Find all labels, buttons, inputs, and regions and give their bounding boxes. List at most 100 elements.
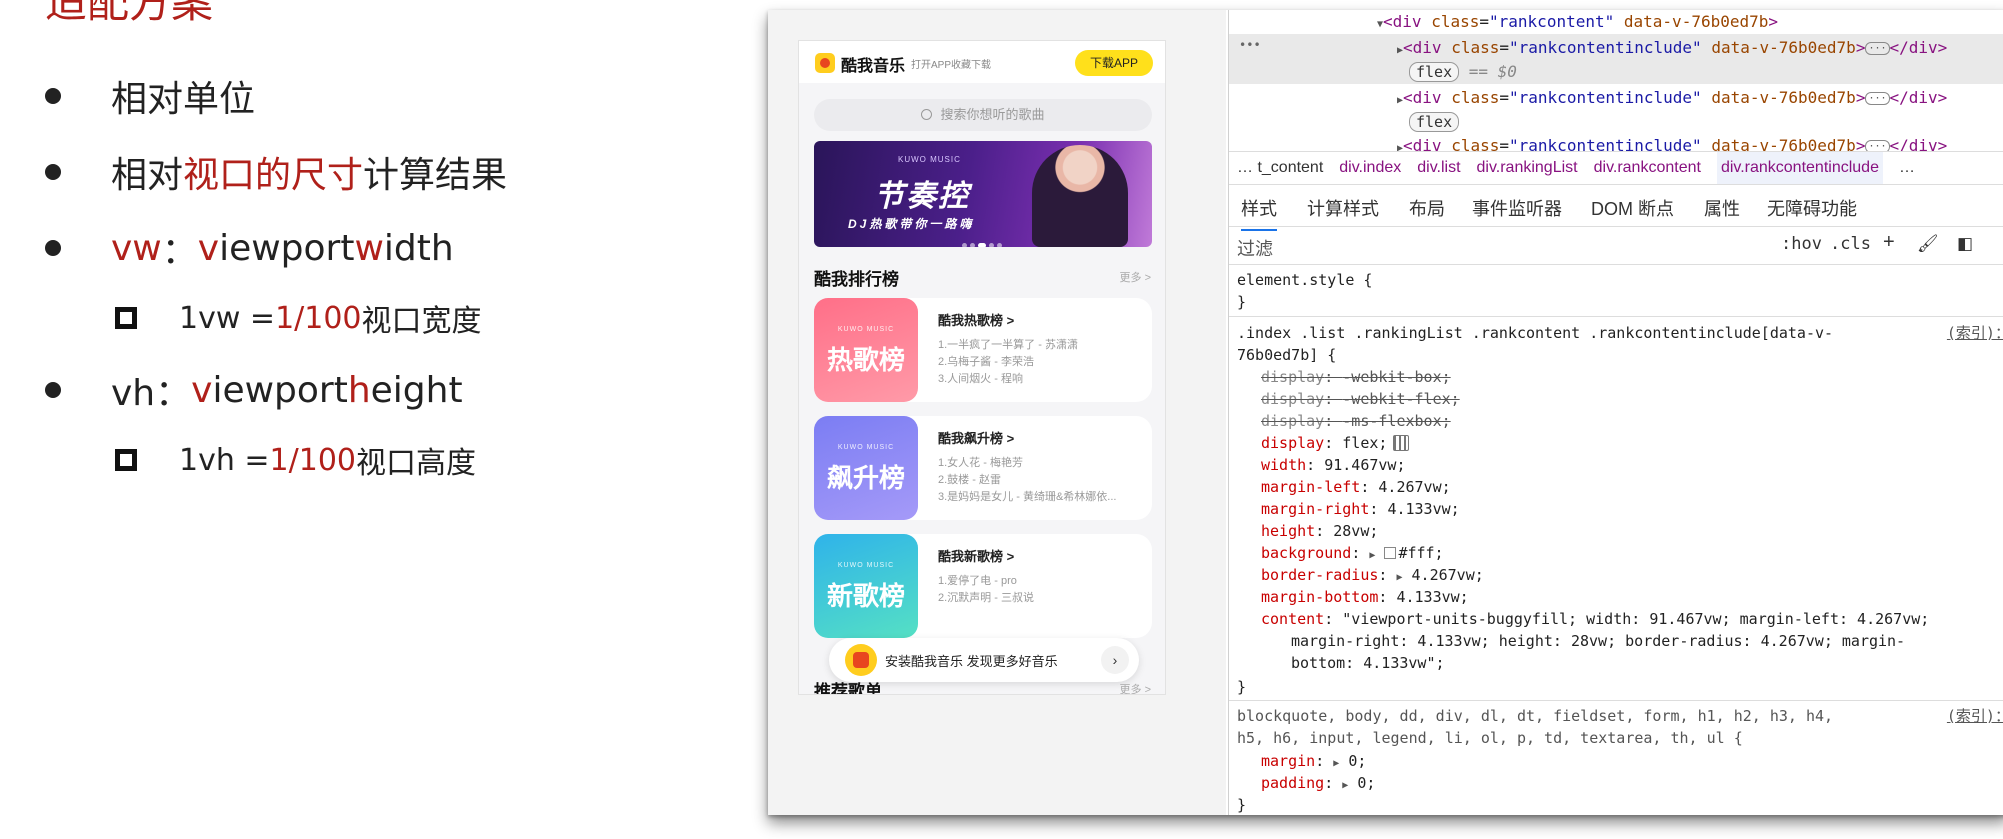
pager-dot[interactable]: [962, 243, 967, 247]
dom-attr: class: [1451, 88, 1500, 107]
rank-name[interactable]: 酷我热歌榜 >: [938, 310, 1014, 329]
css-declaration-overridden[interactable]: display: -ms-flexbox;: [1261, 411, 1451, 433]
bullet-dot-icon: [45, 240, 61, 256]
rank-name[interactable]: 酷我新歌榜 >: [938, 546, 1014, 565]
dom-node-rankcontentinclude[interactable]: ▶<div class="rankcontentinclude" data-v-…: [1397, 136, 1947, 151]
rule-selector[interactable]: blockquote, body, dd, div, dl, dt, field…: [1237, 706, 1833, 728]
download-app-button[interactable]: 下载APP: [1075, 50, 1153, 76]
bullet-text: 视口宽度: [361, 304, 482, 339]
tab-computed[interactable]: 计算样式: [1307, 195, 1379, 221]
ellipsis-icon[interactable]: ···: [1865, 92, 1890, 105]
ranking-more-link[interactable]: 更多 >: [1120, 269, 1151, 285]
rule-selector[interactable]: element.style {: [1237, 270, 1372, 292]
ellipsis-icon[interactable]: ···: [1865, 140, 1890, 151]
tab-event-listeners[interactable]: 事件监听器: [1472, 195, 1562, 221]
playlist-more-link[interactable]: 更多 >: [1120, 681, 1151, 694]
css-declaration[interactable]: width: 91.467vw;: [1261, 455, 1406, 477]
css-prop: background: [1261, 544, 1352, 562]
bullet-text: 相对: [111, 155, 184, 196]
dom-node-rankcontentinclude[interactable]: ▶<div class="rankcontentinclude" data-v-…: [1397, 88, 1947, 107]
css-declaration[interactable]: margin: ▶ 0;: [1261, 751, 1366, 775]
css-prop: padding: [1261, 774, 1325, 792]
expand-triangle-icon[interactable]: ▶: [1333, 758, 1339, 769]
css-declaration[interactable]: padding: ▶ 0;: [1261, 773, 1375, 797]
node-actions-dots[interactable]: •••: [1239, 38, 1261, 52]
square-bullet-icon: [115, 307, 137, 329]
paint-brush-icon[interactable]: 🖌: [1917, 234, 1939, 254]
flexbox-editor-icon[interactable]: [1393, 435, 1410, 451]
rule-selector[interactable]: 76b0ed7b] {: [1237, 345, 1336, 367]
expand-triangle-icon[interactable]: ▶: [1369, 550, 1375, 561]
rank-cover-title: 飙升榜: [826, 463, 905, 493]
css-declaration-overridden[interactable]: display: -webkit-box;: [1261, 367, 1451, 389]
rule-close: }: [1237, 293, 1247, 311]
dom-node-rankcontent[interactable]: ▼<div class="rankcontent" data-v-76b0ed7…: [1377, 12, 1778, 31]
search-input[interactable]: 搜索你想听的歌曲: [814, 99, 1152, 131]
css-declaration[interactable]: content: "viewport-units-buggyfill; widt…: [1261, 609, 1929, 631]
search-icon: [921, 109, 933, 120]
kuwo-logo-icon: [815, 53, 835, 73]
css-value: 0;: [1348, 752, 1367, 770]
bullet-text: eight: [370, 369, 463, 411]
css-declaration[interactable]: display: flex;: [1261, 433, 1410, 455]
filter-input[interactable]: 过滤: [1237, 235, 1273, 261]
styles-tabs: 样式 计算样式 布局 事件监听器 DOM 断点 属性 无障碍功能: [1229, 185, 2003, 231]
tab-layout[interactable]: 布局: [1409, 195, 1445, 221]
install-app-banner[interactable]: 安装酷我音乐 发现更多好音乐 ›: [829, 638, 1139, 682]
flex-badge-row: flex == $0: [1409, 62, 1517, 82]
css-declaration[interactable]: border-radius: ▶ 4.267vw;: [1261, 565, 1484, 589]
breadcrumb-item[interactable]: div.list: [1417, 152, 1460, 184]
dom-node-rankcontentinclude-selected[interactable]: ▶<div class="rankcontentinclude" data-v-…: [1397, 38, 1947, 57]
breadcrumb-item[interactable]: div.rankingList: [1477, 152, 1578, 184]
expand-triangle-icon[interactable]: ▶: [1342, 780, 1348, 791]
rule-source-link[interactable]: (索引)：4: [1947, 706, 2003, 728]
css-value: -webkit-box;: [1342, 368, 1451, 386]
css-declaration[interactable]: height: 28vw;: [1261, 521, 1378, 543]
flex-badge[interactable]: flex: [1409, 112, 1460, 132]
tab-properties[interactable]: 属性: [1704, 195, 1740, 221]
rank-cover-brand: KUWO MUSIC: [837, 326, 895, 333]
promo-banner[interactable]: KUWO MUSIC 节奏控 DJ热歌带你一路嗨: [814, 141, 1152, 247]
rule-source-link[interactable]: (索引)：8: [1947, 323, 2003, 345]
breadcrumb-overflow[interactable]: …: [1899, 152, 1915, 184]
sidebar-toggle-icon[interactable]: ◧: [1957, 234, 1973, 254]
breadcrumb-item[interactable]: div.index: [1339, 152, 1401, 184]
color-swatch-icon[interactable]: [1384, 547, 1397, 559]
tab-styles[interactable]: 样式: [1241, 195, 1277, 231]
rank-cover-brand: KUWO MUSIC: [837, 562, 895, 569]
expand-triangle-icon[interactable]: ▶: [1396, 572, 1402, 583]
css-declaration[interactable]: margin-left: 4.267vw;: [1261, 477, 1451, 499]
breadcrumb-item[interactable]: div.rankcontent: [1594, 152, 1701, 184]
square-bullet-icon: [115, 449, 137, 471]
pager-dot[interactable]: [997, 243, 1002, 247]
css-prop: width: [1261, 456, 1307, 474]
breadcrumb-item-selected[interactable]: div.rankcontentinclude: [1716, 152, 1883, 184]
rank-card-hot[interactable]: KUWO MUSIC 热歌榜 酷我热歌榜 > 1.一半疯了一半算了 - 苏潇潇 …: [814, 298, 1152, 402]
bullet-text: ：: [161, 231, 198, 272]
rank-name[interactable]: 酷我飙升榜 >: [938, 428, 1014, 447]
css-declaration-overridden[interactable]: display: -webkit-flex;: [1261, 389, 1460, 411]
css-value-continued: bottom: 4.133vw";: [1291, 654, 1445, 672]
hov-toggle[interactable]: :hov: [1781, 234, 1822, 254]
flex-badge[interactable]: flex: [1409, 62, 1460, 82]
css-prop: margin-right: [1261, 500, 1370, 518]
ellipsis-icon[interactable]: ···: [1865, 42, 1890, 55]
cls-toggle[interactable]: .cls: [1830, 234, 1871, 254]
rule-selector[interactable]: h5, h6, input, legend, li, ol, p, td, te…: [1237, 728, 1743, 750]
tab-dom-breakpoints[interactable]: DOM 断点: [1591, 195, 1674, 221]
chevron-right-icon[interactable]: ›: [1101, 646, 1129, 674]
pager-dot-active[interactable]: [978, 243, 986, 247]
breadcrumb-item[interactable]: … t_content: [1237, 152, 1323, 184]
styles-filter-bar: 过滤 :hov .cls + 🖌 ◧: [1229, 227, 2003, 265]
rule-selector[interactable]: .index .list .rankingList .rankcontent .…: [1237, 323, 1833, 345]
rank-card-rising[interactable]: KUWO MUSIC 飙升榜 酷我飙升榜 > 1.女人花 - 梅艳芳 2.鼓楼 …: [814, 416, 1152, 520]
add-rule-icon[interactable]: +: [1883, 231, 1895, 254]
css-declaration[interactable]: background: ▶ #fff;: [1261, 543, 1444, 567]
css-declaration[interactable]: margin-right: 4.133vw;: [1261, 499, 1460, 521]
sub-bullet-vh: 1vh = 1/100 视口高度: [45, 438, 476, 482]
rank-card-new[interactable]: KUWO MUSIC 新歌榜 酷我新歌榜 > 1.爱停了电 - pro 2.沉默…: [814, 534, 1152, 638]
pager-dot[interactable]: [989, 243, 994, 247]
css-declaration[interactable]: margin-bottom: 4.133vw;: [1261, 587, 1469, 609]
pager-dot[interactable]: [970, 243, 975, 247]
tab-accessibility[interactable]: 无障碍功能: [1767, 195, 1857, 221]
